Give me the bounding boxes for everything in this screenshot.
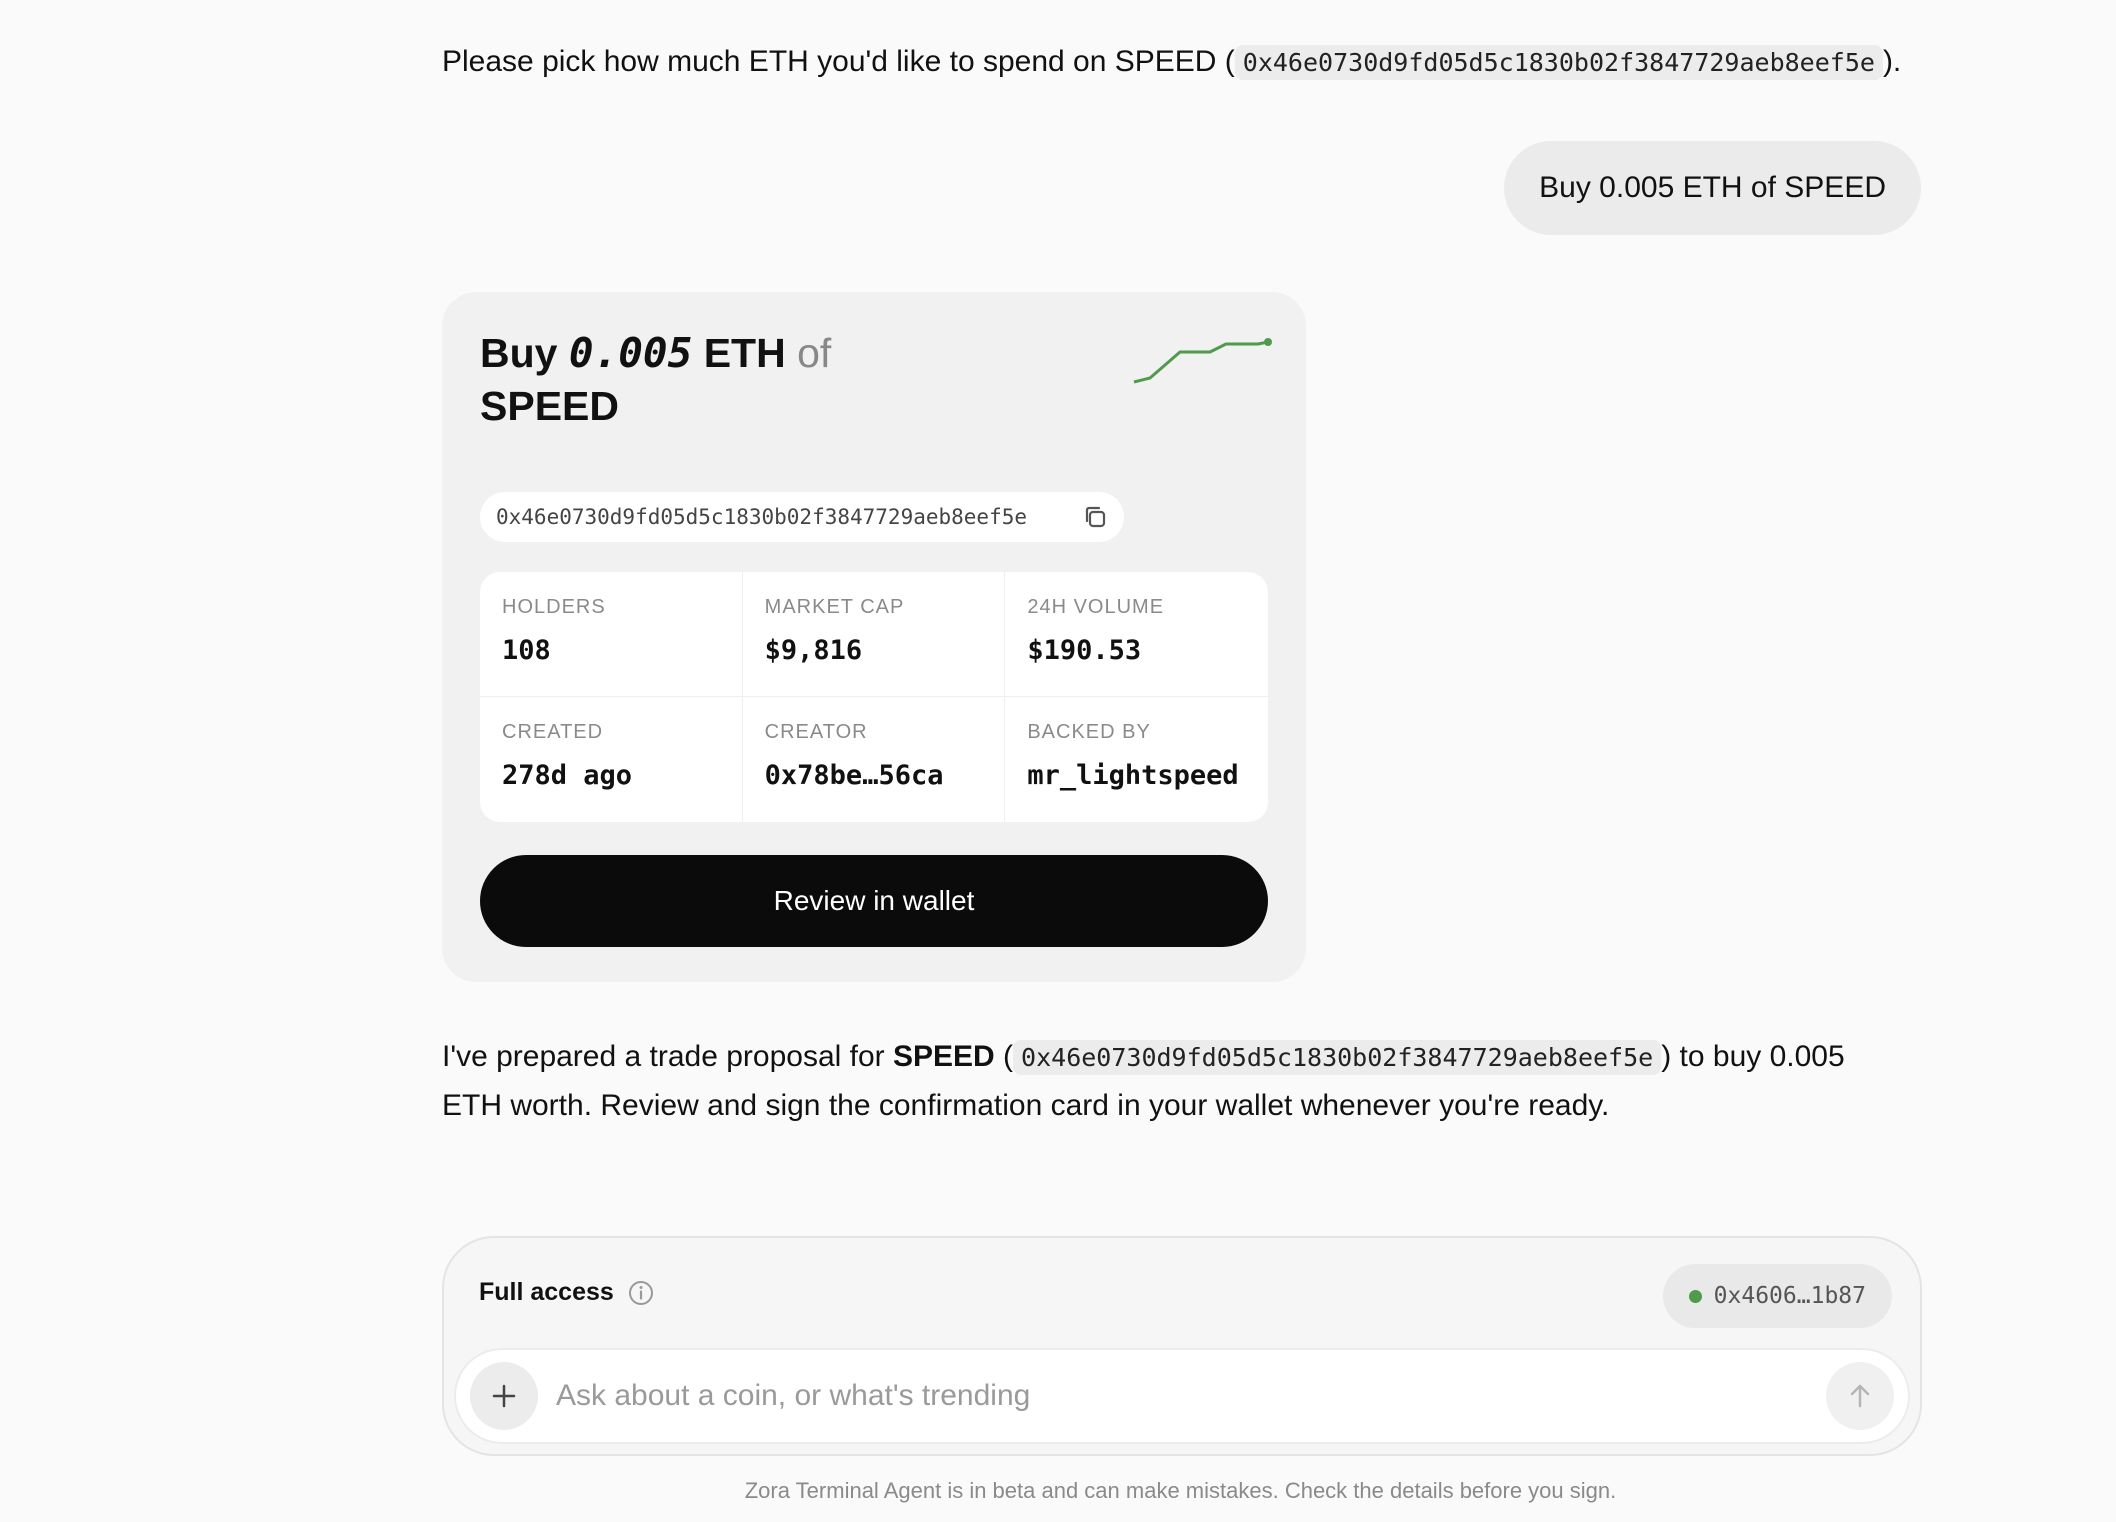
message-part1: I've prepared a trade proposal for	[442, 1040, 893, 1073]
send-button[interactable]	[1826, 1362, 1894, 1430]
message-part2: (	[994, 1040, 1014, 1073]
title-of: of	[797, 330, 832, 376]
user-message-bubble: Buy 0.005 ETH of SPEED	[1504, 141, 1921, 235]
token-address: 0x46e0730d9fd05d5c1830b02f3847729aeb8eef…	[496, 505, 1028, 529]
stat-label: CREATOR	[764, 721, 868, 743]
review-button-label: Review in wallet	[773, 885, 975, 916]
stat-label: BACKED BY	[1027, 721, 1151, 743]
wallet-address: 0x4606…1b87	[1713, 1283, 1866, 1309]
stat-creator: CREATOR 0x78be…56ca	[743, 697, 1006, 822]
stat-24h-volume: 24H VOLUME $190.53	[1005, 572, 1268, 697]
trade-card-title: Buy 0.005 ETH of SPEED	[480, 327, 831, 433]
chat-page: Please pick how much ETH you'd like to s…	[0, 0, 2116, 1522]
copy-icon[interactable]	[1082, 504, 1108, 530]
stat-value: 108	[502, 635, 551, 666]
assistant-trade-message: I've prepared a trade proposal for SPEED…	[442, 1033, 1912, 1130]
title-currency: ETH	[703, 330, 786, 376]
chat-input[interactable]	[556, 1366, 1756, 1426]
user-message-text: Buy 0.005 ETH of SPEED	[1539, 171, 1886, 204]
add-attachment-button[interactable]	[470, 1362, 538, 1430]
title-amount: 0.005	[568, 329, 693, 377]
intro-text-before: Please pick how much ETH you'd like to s…	[442, 45, 1235, 78]
title-buy: Buy	[480, 330, 558, 376]
connected-wallet-pill[interactable]: 0x4606…1b87	[1662, 1264, 1892, 1328]
stat-value: $190.53	[1027, 635, 1142, 666]
assistant-intro-message: Please pick how much ETH you'd like to s…	[442, 40, 1901, 85]
token-stats-grid: HOLDERS 108 MARKET CAP $9,816 24H VOLUME…	[480, 572, 1268, 822]
chat-composer: Full access 0x4606…1b87	[442, 1236, 1922, 1456]
chat-input-row	[454, 1348, 1910, 1444]
stat-label: 24H VOLUME	[1027, 596, 1165, 618]
stat-holders: HOLDERS 108	[480, 572, 743, 697]
sparkline-path	[1133, 340, 1269, 384]
stat-label: CREATED	[502, 721, 604, 743]
info-icon[interactable]	[628, 1280, 654, 1306]
intro-text-after: ).	[1882, 45, 1902, 78]
message-token: SPEED	[893, 1040, 995, 1073]
stat-value: $9,816	[764, 635, 863, 666]
stat-value: 278d ago	[502, 760, 633, 791]
intro-token-address: 0x46e0730d9fd05d5c1830b02f3847729aeb8eef…	[1234, 45, 1883, 80]
stat-created: CREATED 278d ago	[480, 697, 743, 822]
sparkline-endpoint	[1264, 338, 1272, 346]
token-address-pill[interactable]: 0x46e0730d9fd05d5c1830b02f3847729aeb8eef…	[480, 492, 1124, 542]
beta-disclaimer: Zora Terminal Agent is in beta and can m…	[744, 1478, 1617, 1503]
plus-icon	[492, 1384, 516, 1408]
access-level: Full access	[479, 1278, 654, 1307]
title-token: SPEED	[480, 383, 619, 429]
stat-label: MARKET CAP	[764, 596, 905, 618]
review-in-wallet-button[interactable]: Review in wallet	[480, 855, 1268, 947]
stat-value: mr_lightspeed	[1027, 760, 1239, 791]
stat-backed-by: BACKED BY mr_lightspeed	[1005, 697, 1268, 822]
price-sparkline	[1133, 338, 1272, 384]
access-label: Full access	[479, 1278, 614, 1306]
trade-proposal-card: Buy 0.005 ETH of SPEED 0x46e0730d9fd05d5…	[442, 292, 1306, 982]
message-token-address: 0x46e0730d9fd05d5c1830b02f3847729aeb8eef…	[1013, 1040, 1662, 1075]
stat-market-cap: MARKET CAP $9,816	[742, 572, 1006, 697]
stat-value: 0x78be…56ca	[764, 760, 944, 791]
wallet-status-dot	[1688, 1289, 1702, 1303]
stat-label: HOLDERS	[502, 596, 606, 618]
arrow-up-icon	[1850, 1384, 1870, 1408]
